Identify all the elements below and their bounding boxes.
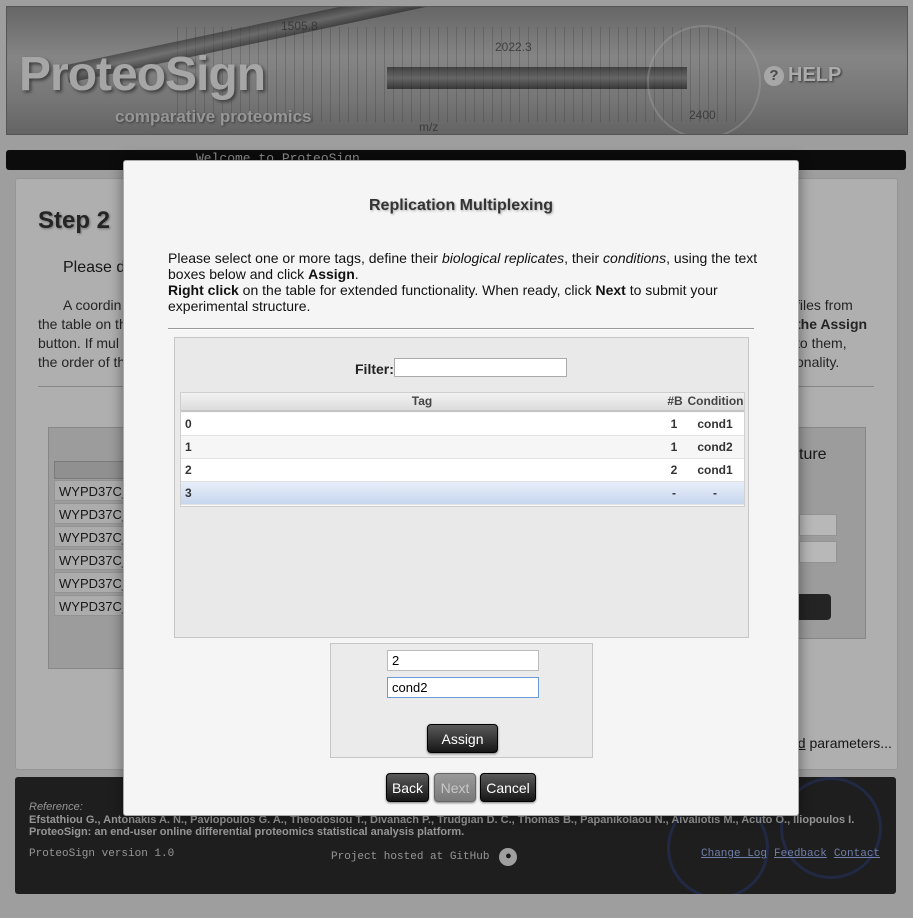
dialog-title: Replication Multiplexing [368, 197, 553, 214]
cell-tag: 1 [185, 440, 192, 454]
dialog-instructions: Please select one or more tags, define t… [168, 250, 758, 314]
cell-bioreps: 1 [670, 417, 678, 431]
replicate-input[interactable] [387, 650, 539, 671]
back-button[interactable]: Back [386, 773, 429, 802]
assign-button[interactable]: Assign [427, 724, 498, 753]
cell-condition: cond2 [697, 440, 733, 454]
next-button[interactable]: Next [434, 773, 476, 802]
instruction-line-1: Please select one or more tags, define t… [168, 250, 758, 282]
assign-panel: Assign [330, 643, 593, 758]
filter-input[interactable] [394, 358, 567, 377]
tags-table[interactable]: Tag #B Condition 0 1 cond1 1 1 cond2 2 2… [180, 392, 745, 507]
cell-bioreps: 1 [670, 440, 678, 454]
instruction-line-2: Right click on the table for extended fu… [168, 282, 718, 314]
condition-input[interactable] [387, 677, 539, 698]
cell-condition: cond1 [697, 417, 733, 431]
cell-tag: 3 [185, 486, 192, 500]
table-row[interactable]: 2 2 cond1 [181, 459, 744, 482]
table-row[interactable]: 1 1 cond2 [181, 436, 744, 459]
column-header-bioreps[interactable]: #B [663, 393, 687, 412]
column-header-tag[interactable]: Tag [181, 393, 663, 412]
cancel-button[interactable]: Cancel [480, 773, 536, 802]
filter-label: Filter: [355, 361, 394, 377]
replication-multiplexing-dialog: Replication Multiplexing Please select o… [123, 160, 799, 816]
cell-condition: - [713, 486, 717, 500]
cell-tag: 0 [185, 417, 192, 431]
table-row[interactable]: 0 1 cond1 [181, 413, 744, 436]
table-row-selected[interactable]: 3 - - [181, 482, 744, 505]
divider [168, 328, 754, 329]
column-header-condition[interactable]: Condition [687, 393, 744, 412]
tags-panel: Filter: Tag #B Condition 0 1 cond1 1 1 c… [174, 337, 749, 638]
cell-bioreps: 2 [670, 463, 678, 477]
cell-bioreps: - [672, 486, 676, 500]
cell-tag: 2 [185, 463, 192, 477]
cell-condition: cond1 [697, 463, 733, 477]
